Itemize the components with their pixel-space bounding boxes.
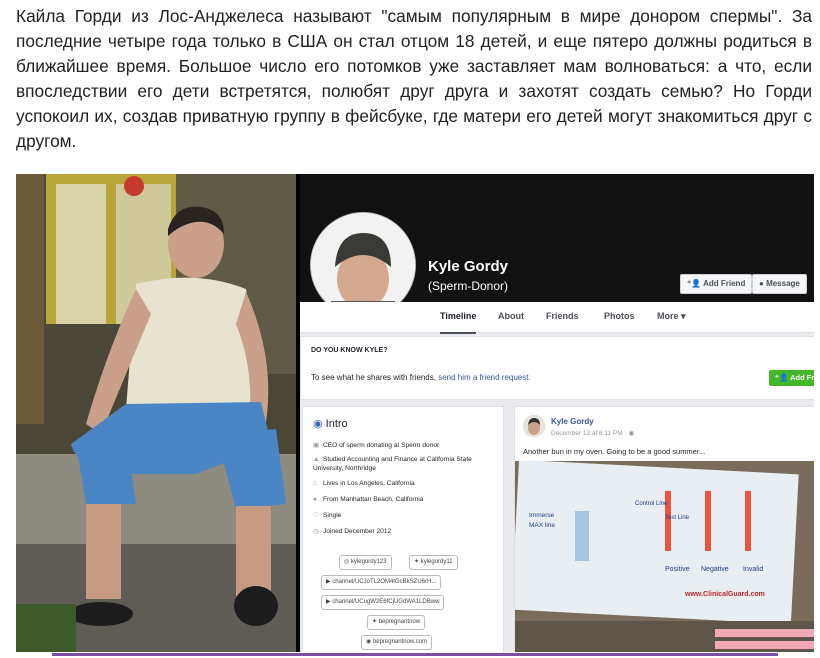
label-positive: Positive: [665, 566, 690, 573]
post-author[interactable]: Kyle Gordy: [551, 417, 594, 426]
label-negative: Negative: [701, 566, 729, 573]
label-website: www.ClinicalGuard.com: [684, 591, 765, 598]
intro-joined: ◷ Joined December 2012: [313, 528, 392, 535]
know-title: DO YOU KNOW KYLE?: [311, 347, 388, 354]
label-control-line: Control Line: [635, 501, 668, 507]
instagram-link[interactable]: ◎ kylegordy123: [339, 555, 392, 570]
add-friend-icon: ⁺👤: [775, 373, 791, 382]
avatar: [523, 415, 545, 437]
accent-bar: [52, 653, 778, 656]
intro-title: ◉ Intro: [313, 418, 348, 430]
youtube-link-2[interactable]: ▶ channel/UCugW2E6fCjUGdWA1LDBww: [321, 595, 445, 610]
heart-icon: ♡: [313, 512, 319, 519]
clock-icon: ◷: [313, 528, 319, 535]
know-text: To see what he shares with friends, send…: [311, 373, 531, 382]
label-test-line: Test Line: [665, 515, 690, 521]
tab-friends[interactable]: Friends: [546, 302, 579, 332]
intro-education: ▲ Studied Accounting and Finance at Calif…: [313, 456, 472, 472]
add-friend-green-button[interactable]: ⁺👤 Add Frie: [769, 370, 814, 386]
twitter-link-2[interactable]: ✦ bepregnantnow: [367, 615, 426, 630]
profile-nav: Timeline About Friends Photos More ▾: [300, 302, 814, 334]
website-link[interactable]: ◉ bepregnantnow.com: [361, 635, 432, 650]
add-friend-button[interactable]: ⁺👤 Add Friend: [680, 274, 753, 294]
article-paragraph: Кайла Горди из Лос-Анджелеса называют "с…: [16, 6, 812, 151]
intro-from: ● From Manhattan Beach, California: [313, 496, 424, 503]
collage-image: Kyle Gordy (Sperm-Donor) ⁺👤 Add Friend ●…: [16, 174, 814, 652]
tab-more[interactable]: More ▾: [657, 302, 686, 332]
add-friend-icon: ⁺👤: [687, 279, 704, 288]
portrait-photo: [16, 174, 296, 652]
globe-icon: ◉: [366, 639, 373, 645]
twitter-icon: ✦: [414, 559, 421, 565]
twitter-link[interactable]: ✦ kylegordy11: [409, 555, 458, 570]
profile-name: Kyle Gordy: [428, 258, 509, 275]
briefcase-icon: ▣: [313, 442, 320, 449]
youtube-link-1[interactable]: ▶ channel/UCJoTL2OM4tGcBkSZU6rH...: [321, 575, 442, 590]
intro-work: ▣ CEO of sperm donating at Sperm donor: [313, 442, 440, 449]
globe-icon: ◉: [628, 430, 635, 437]
message-icon: ●: [759, 279, 767, 288]
tab-timeline[interactable]: Timeline: [440, 302, 477, 334]
profile-subtitle: (Sperm-Donor): [428, 279, 509, 293]
intro-card: ◉ Intro ▣ CEO of sperm donating at Sperm …: [302, 406, 504, 652]
home-icon: ⌂: [313, 480, 317, 487]
message-button[interactable]: ● Message: [752, 274, 807, 294]
globe-icon: ◉: [313, 418, 326, 430]
tab-photos[interactable]: Photos: [604, 302, 635, 332]
timeline-post: Kyle Gordy December 13 at 6:11 PM · ◉ An…: [514, 406, 814, 652]
location-icon: ●: [313, 496, 317, 503]
twitter-icon: ✦: [372, 619, 379, 625]
facebook-profile-screenshot: Kyle Gordy (Sperm-Donor) ⁺👤 Add Friend ●…: [300, 174, 814, 652]
friend-request-link[interactable]: send him a friend request.: [438, 373, 531, 382]
do-you-know-box: DO YOU KNOW KYLE? To see what he shares …: [300, 336, 814, 400]
tab-about[interactable]: About: [498, 302, 524, 332]
intro-lives: ⌂ Lives in Los Angeles, California: [313, 480, 415, 487]
post-text: Another bun in my oven. Going to be a go…: [523, 447, 706, 456]
post-date: December 13 at 6:11 PM · ◉: [551, 430, 635, 437]
label-max-line: MAX line: [529, 522, 555, 529]
intro-relationship: ♡ Single: [313, 512, 342, 519]
label-immerse: Immerse: [529, 512, 555, 519]
label-invalid: Invalid: [743, 566, 763, 573]
instagram-icon: ◎: [344, 559, 351, 565]
pregnancy-test-image: Positive Negative Invalid www.ClinicalGu…: [515, 461, 814, 652]
graduation-icon: ▲: [313, 456, 320, 463]
